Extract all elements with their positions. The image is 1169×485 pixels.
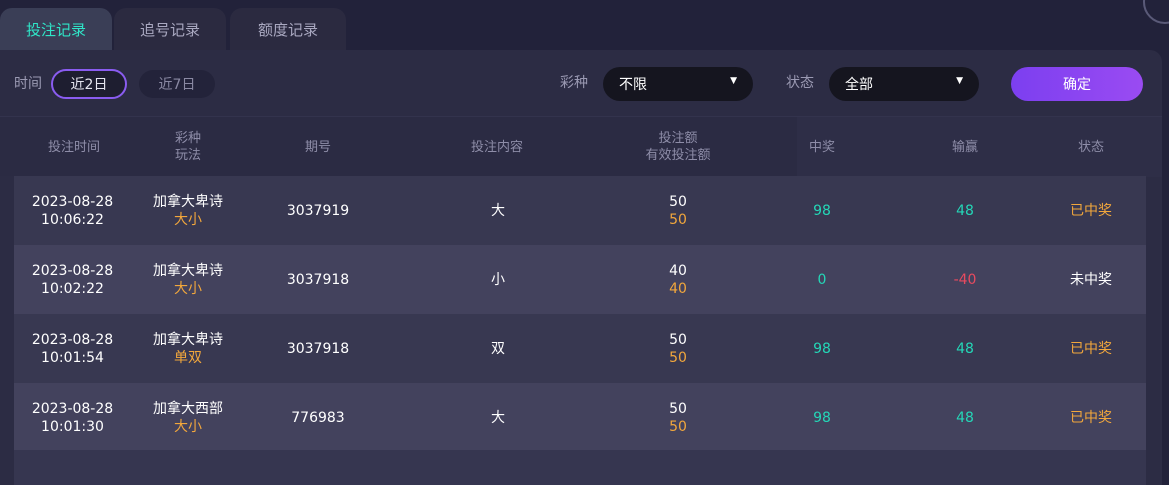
record-tabs: 投注记录 追号记录 额度记录 [0,0,1169,50]
table-row[interactable]: 2023-08-28 10:01:30 加拿大西部 大小 776983 大 50… [14,383,1146,452]
valid-amount: 50 [669,211,687,228]
status-label: 状态 [786,75,814,91]
cell-win-loss: 48 [956,340,974,357]
time-option-7days[interactable]: 近7日 [139,70,215,98]
valid-amount: 50 [669,349,687,366]
time-label: 时间 [14,76,42,92]
cell-lottery: 加拿大卑诗 大小 [128,245,248,314]
cell-lottery: 加拿大卑诗 大小 [128,176,248,245]
cell-content: 大 [491,202,505,219]
bet-amount: 50 [669,331,687,348]
confirm-button[interactable]: 确定 [1011,67,1143,101]
header-status-text: 状态 [1077,139,1104,155]
bet-date: 2023-08-28 [31,262,114,279]
valid-amount: 40 [669,280,687,297]
bet-time: 10:06:22 [41,211,104,228]
cell-bet-time: 2023-08-28 10:01:54 [14,314,131,383]
header-issue: 期号 [258,117,378,177]
bet-date: 2023-08-28 [31,331,114,348]
cell-win-loss: 48 [956,409,974,426]
cell-amount: 50 50 [658,176,698,245]
lottery-select[interactable]: 不限 ▼ [603,67,753,101]
time-option-2days[interactable]: 近2日 [51,69,127,99]
header-issue-text: 期号 [304,139,331,155]
bet-time: 10:01:54 [41,349,104,366]
cell-issue: 776983 [291,409,345,426]
header-prize-text: 中奖 [808,139,835,155]
header-lottery-play: 彩种 玩法 [128,117,248,177]
bet-amount: 50 [669,193,687,210]
cell-amount: 50 50 [658,383,698,452]
cell-prize: 98 [813,409,831,426]
cell-amount: 40 40 [658,245,698,314]
caret-down-icon: ▼ [730,76,737,86]
cell-content: 大 [491,409,505,426]
filter-bar: 时间 近2日 近7日 彩种 不限 ▼ 状态 全部 ▼ 确定 [0,50,1162,116]
lottery-select-value: 不限 [619,77,647,93]
cell-prize: 0 [817,271,827,288]
cell-status: 已中奖 [1070,340,1112,357]
cell-issue: 3037918 [286,340,350,357]
bet-time: 10:01:30 [41,418,104,435]
header-content: 投注内容 [437,117,557,177]
tab-chase-records[interactable]: 追号记录 [114,8,226,50]
status-select-value: 全部 [845,77,873,93]
cell-bet-time: 2023-08-28 10:06:22 [14,176,131,245]
cell-content: 双 [491,340,505,357]
table-row[interactable]: 2023-08-28 10:06:22 加拿大卑诗 大小 3037919 大 5… [14,176,1146,245]
play-type: 大小 [174,211,202,228]
play-type: 单双 [174,349,202,366]
header-bet-time-text: 投注时间 [47,139,100,155]
cell-win-loss: 48 [956,202,974,219]
lottery-name: 加拿大卑诗 [153,262,223,279]
cell-status: 已中奖 [1070,202,1112,219]
table-row[interactable]: 2023-08-28 10:01:54 加拿大卑诗 单双 3037918 双 5… [14,314,1146,383]
header-play-text: 玩法 [174,148,201,163]
header-win-loss: 输赢 [905,117,1025,177]
cell-prize: 98 [813,202,831,219]
cell-issue: 3037918 [286,271,350,288]
play-type: 大小 [174,418,202,435]
bet-date: 2023-08-28 [31,193,114,210]
valid-amount: 50 [669,418,687,435]
records-panel: 时间 近2日 近7日 彩种 不限 ▼ 状态 全部 ▼ 确定 投注时间 彩种 玩法… [0,50,1162,485]
bet-time: 10:02:22 [41,280,104,297]
bet-date: 2023-08-28 [31,400,114,417]
tab-betting-records[interactable]: 投注记录 [0,8,112,50]
lottery-name: 加拿大西部 [153,400,223,417]
table-header: 投注时间 彩种 玩法 期号 投注内容 投注额 有效投注额 中奖 输赢 状态 [0,116,1162,177]
table-empty-area [14,450,1146,485]
header-amount: 投注额 有效投注额 [618,117,738,177]
header-amount-text: 投注额 [658,131,698,146]
bet-amount: 50 [669,400,687,417]
play-type: 大小 [174,280,202,297]
bet-amount: 40 [669,262,687,279]
header-status: 状态 [1031,117,1151,177]
cell-lottery: 加拿大卑诗 单双 [128,314,248,383]
cell-bet-time: 2023-08-28 10:02:22 [14,245,131,314]
cell-bet-time: 2023-08-28 10:01:30 [14,383,131,452]
caret-down-icon: ▼ [956,76,963,86]
cell-status: 未中奖 [1070,271,1112,288]
tab-quota-records[interactable]: 额度记录 [230,8,346,50]
cell-amount: 50 50 [658,314,698,383]
header-content-text: 投注内容 [470,139,523,155]
cell-prize: 98 [813,340,831,357]
lottery-name: 加拿大卑诗 [153,331,223,348]
lottery-label: 彩种 [560,75,588,91]
lottery-name: 加拿大卑诗 [153,193,223,210]
status-select[interactable]: 全部 ▼ [829,67,979,101]
header-win-loss-text: 输赢 [951,139,978,155]
cell-content: 小 [491,271,505,288]
header-prize: 中奖 [762,117,882,177]
cell-win-loss: -40 [953,271,977,288]
header-valid-amount-text: 有效投注额 [645,148,711,163]
corner-ring-icon [1143,0,1169,24]
cell-lottery: 加拿大西部 大小 [128,383,248,452]
header-bet-time: 投注时间 [14,117,134,177]
cell-issue: 3037919 [286,202,350,219]
table-row[interactable]: 2023-08-28 10:02:22 加拿大卑诗 大小 3037918 小 4… [14,245,1146,314]
header-lottery-text: 彩种 [174,131,201,146]
cell-status: 已中奖 [1070,409,1112,426]
